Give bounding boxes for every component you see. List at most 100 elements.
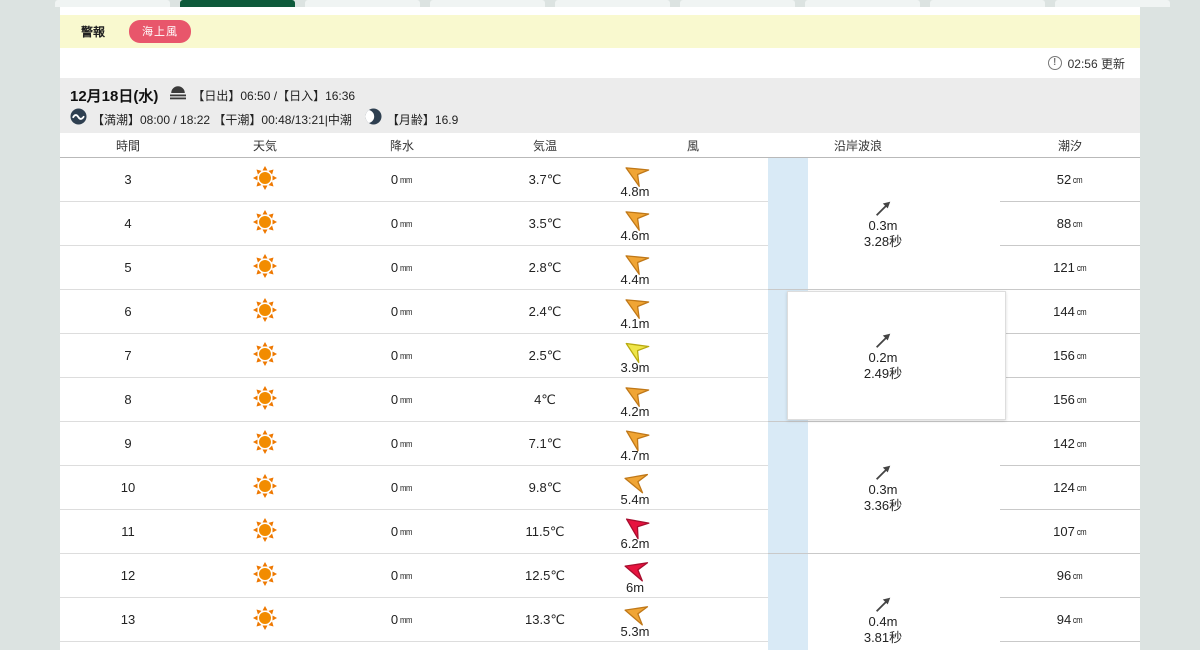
sunny-icon bbox=[251, 516, 279, 547]
forecast-row-partial bbox=[60, 642, 768, 650]
precip-cell: 0 mm bbox=[390, 392, 413, 407]
precip-cell: 0 mm bbox=[390, 524, 413, 539]
hour-cell: 5 bbox=[124, 260, 132, 275]
nav-tab-2[interactable] bbox=[305, 0, 420, 7]
wind-cell: 4.8m bbox=[620, 158, 768, 201]
col-header-weather: 天気 bbox=[252, 139, 278, 153]
weather-cell bbox=[196, 598, 334, 641]
sunny-icon bbox=[251, 340, 279, 371]
nav-tab-3[interactable] bbox=[430, 0, 545, 7]
precip-cell: 0 mm bbox=[390, 436, 413, 451]
sunny-icon bbox=[251, 560, 279, 591]
weather-cell bbox=[196, 422, 334, 465]
wave-height-label: 0.2m bbox=[868, 350, 898, 365]
weather-cell bbox=[196, 158, 334, 201]
wind-cell: 4.1m bbox=[620, 290, 768, 333]
col-header-temp: 気温 bbox=[532, 139, 558, 153]
hour-cell: 10 bbox=[120, 480, 136, 495]
hour-cell: 12 bbox=[120, 568, 136, 583]
top-tab-strip bbox=[0, 0, 1200, 7]
nav-tab-5[interactable] bbox=[680, 0, 795, 7]
weather-cell bbox=[196, 246, 334, 289]
forecast-row: 4 0 mm 3.5℃ 4.6m bbox=[60, 202, 768, 246]
precip-cell: 0 mm bbox=[390, 260, 413, 275]
precip-cell: 0 mm bbox=[390, 568, 413, 583]
table-header: 時間 天気 降水 気温 風 沿岸波浪 潮汐 bbox=[60, 133, 1140, 158]
update-row: ! 02:56 更新 bbox=[60, 48, 1140, 78]
hour-cell: 4 bbox=[124, 216, 132, 231]
col-header-precip: 降水 bbox=[389, 139, 415, 153]
wave-height-label: 0.3m bbox=[868, 482, 898, 497]
wave-group-cell: 0.3m 3.28秒 bbox=[768, 158, 1140, 290]
wind-cell: 6.2m bbox=[620, 510, 768, 553]
warning-badge-sea-wind[interactable]: 海上風 bbox=[129, 20, 192, 43]
content-panel: 警報 海上風 ! 02:56 更新 12月18日(水) 【日出】06:50 /【 bbox=[60, 7, 1140, 650]
weather-cell bbox=[196, 554, 334, 597]
sunny-icon bbox=[251, 164, 279, 195]
nav-tab-7[interactable] bbox=[930, 0, 1045, 7]
wave-direction-arrow-ne-icon bbox=[875, 465, 891, 480]
sunny-icon bbox=[251, 208, 279, 239]
forecast-row: 9 0 mm 7.1℃ 4.7m bbox=[60, 422, 768, 466]
col-header-waves: 沿岸波浪 bbox=[833, 139, 883, 153]
wave-group-cell: 0.4m 3.81秒 bbox=[768, 554, 1140, 650]
hour-cell: 7 bbox=[124, 348, 132, 363]
date-label: 12月18日(水) bbox=[70, 87, 159, 105]
wind-cell: 3.9m bbox=[620, 334, 768, 377]
moon-age: 【月齢】16.9 bbox=[386, 112, 459, 127]
wave-period-label: 2.49秒 bbox=[863, 366, 903, 381]
forecast-row: 5 0 mm 2.8℃ 4.4m bbox=[60, 246, 768, 290]
forecast-row: 13 0 mm 13.3℃ 5.3m bbox=[60, 598, 768, 642]
wind-cell: 4.7m bbox=[620, 422, 768, 465]
warning-label: 警報 bbox=[81, 25, 106, 39]
hour-cell: 6 bbox=[124, 304, 132, 319]
sunny-icon bbox=[251, 296, 279, 327]
wave-group-cell: 0.3m 3.36秒 bbox=[768, 422, 1140, 554]
page: 警報 海上風 ! 02:56 更新 12月18日(水) 【日出】06:50 /【 bbox=[0, 0, 1200, 650]
sunrise-icon bbox=[169, 85, 187, 105]
weather-cell bbox=[196, 334, 334, 377]
forecast-row: 6 0 mm 2.4℃ 4.1m bbox=[60, 290, 768, 334]
info-icon: ! bbox=[1047, 56, 1062, 70]
sunny-icon bbox=[251, 252, 279, 283]
nav-tab-4[interactable] bbox=[555, 0, 670, 7]
wave-height-label: 0.3m bbox=[868, 218, 898, 233]
sunny-icon bbox=[251, 428, 279, 459]
weather-cell bbox=[196, 466, 334, 509]
precip-cell: 0 mm bbox=[390, 172, 413, 187]
wave-period-label: 3.36秒 bbox=[863, 498, 903, 513]
wave-direction-arrow-ne-icon bbox=[875, 201, 891, 216]
nav-tab-8[interactable] bbox=[1055, 0, 1170, 7]
nav-tab-6[interactable] bbox=[805, 0, 920, 7]
sunny-icon bbox=[251, 472, 279, 503]
weather-cell bbox=[196, 290, 334, 333]
hour-cell: 3 bbox=[124, 172, 132, 187]
precip-cell: 0 mm bbox=[390, 304, 413, 319]
precip-cell: 0 mm bbox=[390, 480, 413, 495]
precip-cell: 0 mm bbox=[390, 216, 413, 231]
forecast-row: 8 0 mm 4℃ 4.2m bbox=[60, 378, 768, 422]
table-body: 3 0 mm 3.7℃ 4.8m 4 0 mm 3.5℃ 4.6m 5 0 mm… bbox=[60, 158, 1140, 650]
wave-height-label: 0.4m bbox=[868, 614, 898, 629]
nav-tab-0[interactable] bbox=[55, 0, 170, 7]
update-time: 02:56 更新 bbox=[1067, 56, 1125, 71]
wave-period-label: 3.28秒 bbox=[863, 234, 903, 249]
col-header-time: 時間 bbox=[115, 139, 141, 153]
wind-cell: 5.3m bbox=[620, 598, 768, 641]
hour-cell: 9 bbox=[124, 436, 132, 451]
hour-cell: 13 bbox=[120, 612, 136, 627]
warning-bar: 警報 海上風 bbox=[60, 15, 1140, 48]
sunny-icon bbox=[251, 384, 279, 415]
weather-cell bbox=[196, 378, 334, 421]
wind-cell: 5.4m bbox=[620, 466, 768, 509]
sunrise-sunset-times: 【日出】06:50 /【日入】16:36 bbox=[192, 88, 356, 103]
wind-direction-icon bbox=[624, 561, 649, 582]
precip-cell: 0 mm bbox=[390, 348, 413, 363]
forecast-row: 12 0 mm 12.5℃ 6m bbox=[60, 554, 768, 598]
nav-tab-1[interactable] bbox=[180, 0, 295, 7]
weather-cell bbox=[196, 510, 334, 553]
wave-icon bbox=[70, 108, 87, 130]
precip-cell: 0 mm bbox=[390, 612, 413, 627]
forecast-row: 3 0 mm 3.7℃ 4.8m bbox=[60, 158, 768, 202]
col-header-tide: 潮汐 bbox=[1057, 139, 1083, 153]
